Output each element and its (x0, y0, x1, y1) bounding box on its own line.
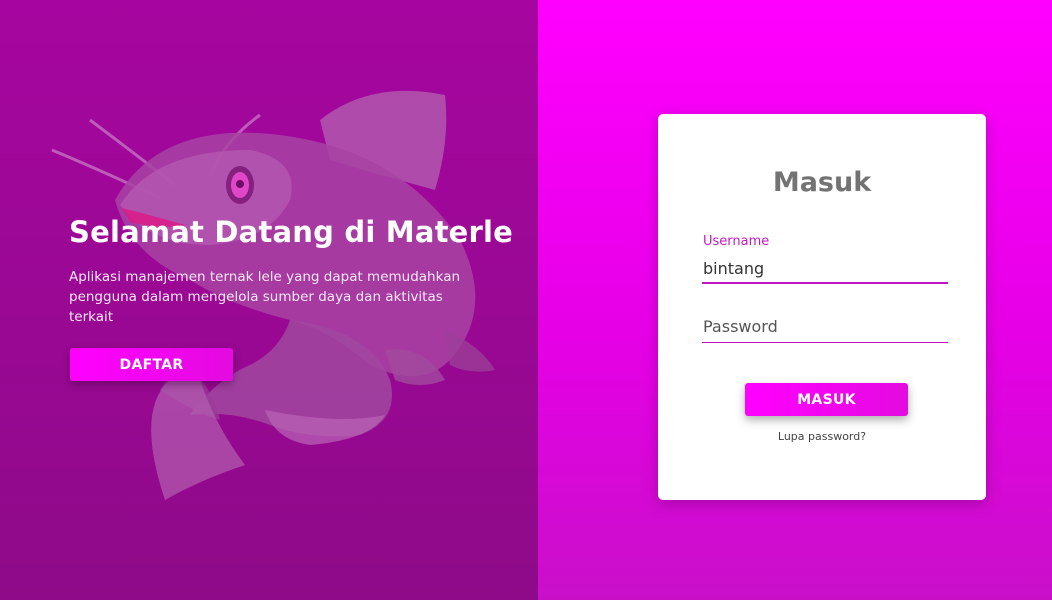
password-input[interactable] (702, 311, 948, 343)
forgot-password-link[interactable]: Lupa password? (658, 430, 986, 443)
register-button[interactable]: DAFTAR (70, 348, 233, 381)
login-page: Selamat Datang di Materle Aplikasi manaj… (0, 0, 1052, 600)
login-card: Masuk Username MASUK Lupa password? (658, 114, 986, 500)
username-input[interactable] (702, 254, 948, 284)
welcome-description: Aplikasi manajemen ternak lele yang dapa… (69, 269, 461, 325)
login-button[interactable]: MASUK (745, 383, 908, 416)
welcome-panel: Selamat Datang di Materle Aplikasi manaj… (0, 0, 538, 600)
login-title: Masuk (772, 167, 872, 198)
welcome-title: Selamat Datang di Materle (69, 215, 514, 249)
username-label: Username (703, 234, 770, 249)
